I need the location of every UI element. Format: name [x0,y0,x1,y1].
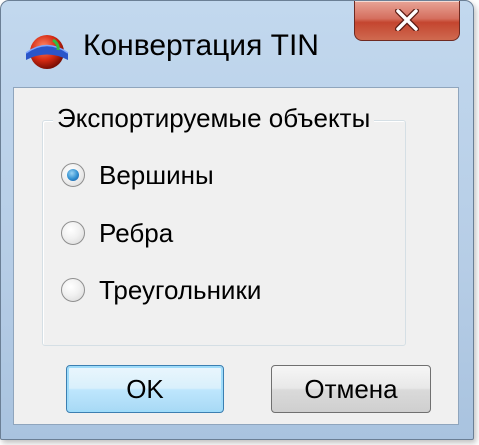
radio-label-vertices: Вершины [99,159,214,190]
app-sphere-icon [23,32,71,72]
window-title: Конвертация TIN [83,29,319,62]
radio-vertices[interactable]: Вершины [61,158,214,192]
cancel-button[interactable]: Отмена [271,365,431,413]
export-objects-group: Экспортируемые объекты Вершины Ребра Тре… [42,103,406,346]
radio-button[interactable] [61,221,85,245]
radio-button[interactable] [61,278,85,302]
radio-button-selected[interactable] [61,163,85,187]
dialog-client-area: Экспортируемые объекты Вершины Ребра Тре… [13,87,459,425]
close-button[interactable] [354,1,460,41]
group-label: Экспортируемые объекты [53,103,375,134]
radio-label-triangles: Треугольники [99,274,262,305]
radio-label-edges: Ребра [99,217,174,248]
title-bar[interactable]: Конвертация TIN [1,1,473,87]
ok-button[interactable]: OK [66,365,224,413]
radio-triangles[interactable]: Треугольники [61,273,261,307]
radio-edges[interactable]: Ребра [61,216,173,250]
dialog-window: Конвертация TIN Экспортируемые объекты В… [0,0,474,440]
